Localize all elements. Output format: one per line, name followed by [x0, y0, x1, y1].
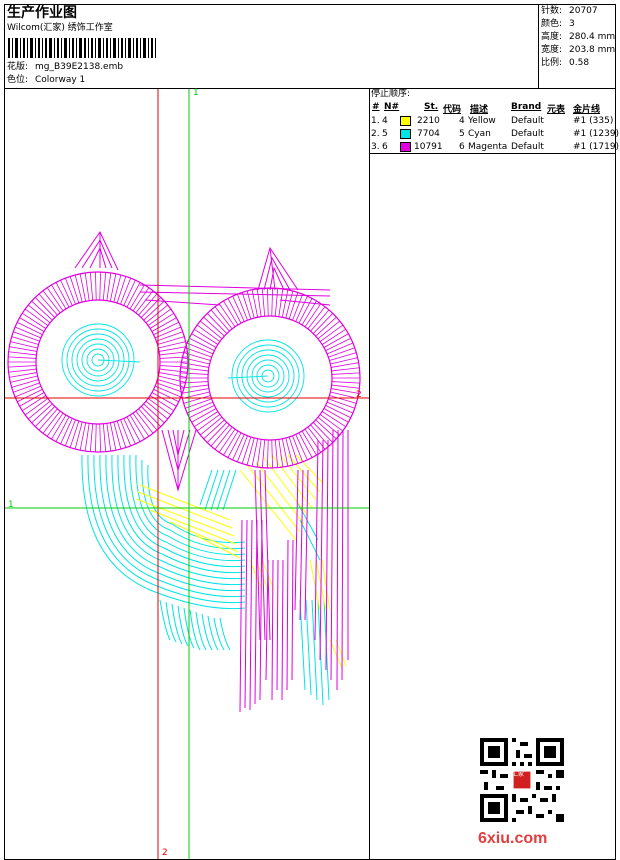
qr-code [480, 738, 564, 822]
guide-label-red-right: 2 [356, 390, 362, 400]
owl-left-eye [7, 271, 189, 453]
guide-label-red-bottom: 2 [162, 848, 168, 858]
guide-label-green-top: 1 [193, 88, 199, 98]
owl-ears [74, 231, 299, 291]
qr-seal-text: 汇家 [512, 771, 525, 778]
guide-label-green-left: 1 [8, 500, 14, 510]
watermark-site: 6xiu.com [478, 830, 548, 847]
embroidery-design [5, 89, 369, 859]
